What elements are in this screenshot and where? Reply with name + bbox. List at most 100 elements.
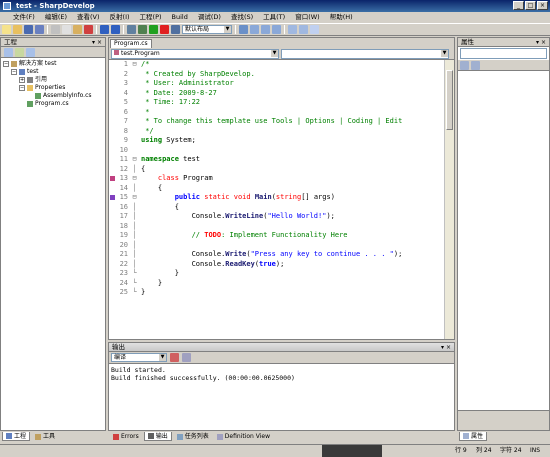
find-icon[interactable] <box>310 25 319 34</box>
object-select[interactable] <box>460 48 547 59</box>
code-line[interactable]: 15 ⊟ public static void Main(string[] arg… <box>109 193 444 203</box>
code-line[interactable]: 21 │ Console.Write("Press any key to cont… <box>109 250 444 260</box>
show-all-files-icon[interactable] <box>15 48 24 57</box>
fold-marker[interactable]: └ <box>131 269 138 279</box>
undo-icon[interactable] <box>100 25 109 34</box>
refresh-icon[interactable] <box>26 48 35 57</box>
class-select[interactable]: test.Program ▼ <box>111 49 279 59</box>
fold-marker[interactable]: │ <box>131 203 138 213</box>
code-line[interactable]: 22 │ Console.ReadKey(true); <box>109 260 444 270</box>
tab-errors[interactable]: Errors <box>110 432 142 441</box>
code-line[interactable]: 20 │ <box>109 241 444 251</box>
fold-marker[interactable]: └ <box>131 279 138 289</box>
menu-window[interactable]: 窗口(W) <box>290 12 325 23</box>
code-line[interactable]: 17 │ Console.WriteLine("Hello World!"); <box>109 212 444 222</box>
code-line[interactable]: 1 ⊟/* <box>109 60 444 70</box>
fold-marker[interactable]: ⊟ <box>131 155 138 165</box>
code-line[interactable]: 10 <box>109 146 444 156</box>
fold-marker[interactable] <box>131 146 138 156</box>
fold-marker[interactable]: │ <box>131 260 138 270</box>
fold-marker[interactable]: └ <box>131 288 138 298</box>
uncomment-icon[interactable] <box>299 25 308 34</box>
fold-marker[interactable] <box>131 117 138 127</box>
code-line[interactable]: 2 * Created by SharpDevelop. <box>109 70 444 80</box>
categorized-icon[interactable] <box>460 61 469 70</box>
fold-marker[interactable]: ⊟ <box>131 60 138 70</box>
fold-marker[interactable] <box>131 127 138 137</box>
run-icon[interactable] <box>149 25 158 34</box>
code-line[interactable]: 19 │ // TODO: Implement Functionality Her… <box>109 231 444 241</box>
step-icon[interactable] <box>171 25 180 34</box>
menu-reflect[interactable]: 反射(I) <box>105 12 135 23</box>
code-area[interactable]: 1 ⊟/* 2 * Created by SharpDevelop. 3 * User… <box>109 60 444 339</box>
tab-task-list[interactable]: 任务列表 <box>174 432 212 441</box>
fold-marker[interactable]: │ <box>131 165 138 175</box>
toggle-bookmark-icon[interactable] <box>239 25 248 34</box>
tab-properties[interactable]: 属性 <box>459 432 488 441</box>
tab-tools[interactable]: 工具 <box>32 432 58 441</box>
menu-file[interactable]: 文件(F) <box>8 12 40 23</box>
next-bookmark-icon[interactable] <box>261 25 270 34</box>
save-icon[interactable] <box>24 25 33 34</box>
code-line[interactable]: 25 └} <box>109 288 444 298</box>
minimize-button[interactable]: _ <box>513 1 524 10</box>
code-line[interactable]: 8 */ <box>109 127 444 137</box>
code-line[interactable]: 5 * Time: 17:22 <box>109 98 444 108</box>
menu-edit[interactable]: 编辑(E) <box>40 12 72 23</box>
delete-icon[interactable] <box>84 25 93 34</box>
menu-build[interactable]: Build <box>167 12 193 23</box>
configuration-select[interactable]: 默认布局 ▼ <box>182 25 232 34</box>
collapse-icon[interactable]: − <box>11 69 17 75</box>
menu-project[interactable]: 工程(P) <box>135 12 167 23</box>
cut-icon[interactable] <box>51 25 60 34</box>
fold-marker[interactable] <box>131 136 138 146</box>
menu-tools[interactable]: 工具(T) <box>258 12 290 23</box>
clear-output-icon[interactable] <box>170 353 179 362</box>
fold-marker[interactable]: │ <box>131 241 138 251</box>
code-line[interactable]: 14 │ { <box>109 184 444 194</box>
pin-icon[interactable]: ▾ × <box>92 38 102 47</box>
code-line[interactable]: 23 └ } <box>109 269 444 279</box>
tree-item-program[interactable]: Program.cs <box>3 100 103 108</box>
new-file-icon[interactable] <box>2 25 11 34</box>
expand-icon[interactable]: + <box>19 77 25 83</box>
code-line[interactable]: 12 │{ <box>109 165 444 175</box>
code-line[interactable]: 24 └ } <box>109 279 444 289</box>
code-line[interactable]: 18 │ <box>109 222 444 232</box>
fold-marker[interactable]: │ <box>131 250 138 260</box>
copy-icon[interactable] <box>62 25 71 34</box>
paste-icon[interactable] <box>73 25 82 34</box>
clear-bookmarks-icon[interactable] <box>272 25 281 34</box>
vertical-scrollbar[interactable] <box>444 60 454 339</box>
menu-help[interactable]: 帮助(H) <box>325 12 358 23</box>
code-line[interactable]: 4 * Date: 2009-8-27 <box>109 89 444 99</box>
collapse-icon[interactable]: − <box>3 61 9 67</box>
code-line[interactable]: 11 ⊟ namespace test <box>109 155 444 165</box>
fold-marker[interactable] <box>131 79 138 89</box>
fold-marker[interactable] <box>131 98 138 108</box>
tree-item-assemblyinfo[interactable]: AssemblyInfo.cs <box>3 92 103 100</box>
fold-marker[interactable] <box>131 108 138 118</box>
code-line[interactable]: 3 * User: Administrator <box>109 79 444 89</box>
member-select[interactable]: ▼ <box>281 49 449 59</box>
scroll-thumb[interactable] <box>446 70 453 130</box>
save-all-icon[interactable] <box>35 25 44 34</box>
fold-marker[interactable] <box>131 89 138 99</box>
comment-icon[interactable] <box>288 25 297 34</box>
word-wrap-icon[interactable] <box>182 353 191 362</box>
code-line[interactable]: 6 * <box>109 108 444 118</box>
menu-debug[interactable]: 调试(D) <box>193 12 226 23</box>
fold-marker[interactable]: ⊟ <box>131 193 138 203</box>
alphabetical-icon[interactable] <box>471 61 480 70</box>
code-line[interactable]: 13 ⊟ class Program <box>109 174 444 184</box>
collapse-icon[interactable]: − <box>19 85 25 91</box>
tab-project[interactable]: 工程 <box>2 432 31 441</box>
redo-icon[interactable] <box>111 25 120 34</box>
tree-item-solution[interactable]: − 解决方案 test <box>3 60 103 68</box>
pin-icon[interactable]: ▾ × <box>536 38 546 47</box>
tree-item-properties[interactable]: − Properties <box>3 84 103 92</box>
fold-marker[interactable] <box>131 70 138 80</box>
code-line[interactable]: 16 │ { <box>109 203 444 213</box>
pin-icon[interactable]: ▾ × <box>441 343 451 352</box>
tree-item-project[interactable]: − test <box>3 68 103 76</box>
